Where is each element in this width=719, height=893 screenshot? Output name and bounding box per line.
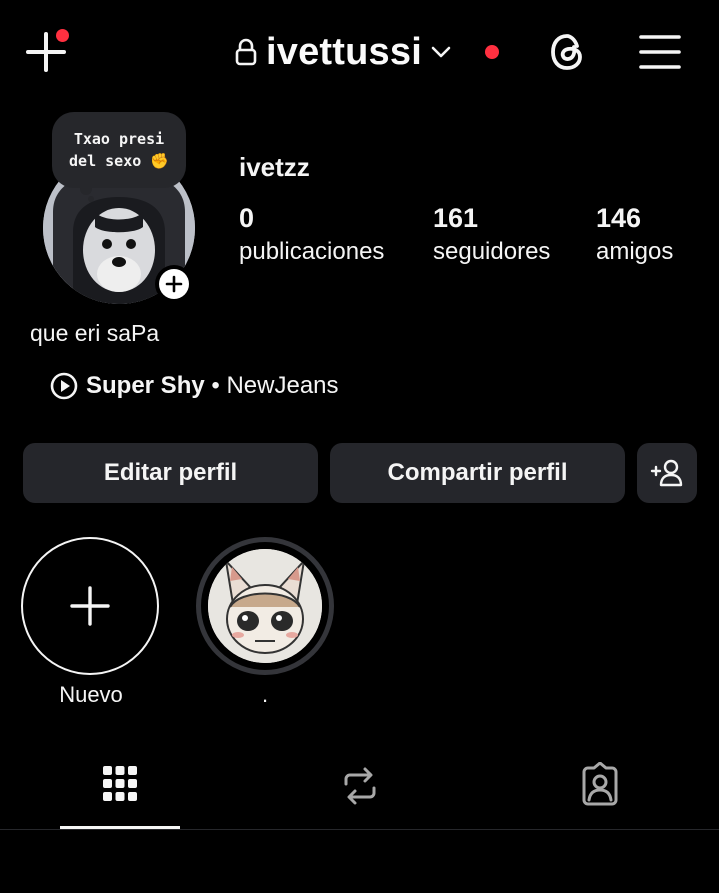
discover-people-button[interactable] — [637, 443, 697, 503]
tab-reposts[interactable] — [336, 762, 384, 810]
grid-icon — [103, 766, 137, 801]
highlight-cover — [208, 549, 322, 663]
profile-music[interactable]: Super Shy • NewJeans — [50, 372, 339, 400]
tagged-icon — [582, 762, 618, 806]
chevron-down-icon — [431, 46, 451, 58]
username-title: ivettussi — [266, 31, 422, 73]
tab-posts-grid[interactable] — [96, 762, 144, 810]
tab-tagged[interactable] — [576, 762, 624, 810]
lock-icon — [235, 38, 257, 66]
reposts-icon — [344, 767, 376, 805]
new-highlight-label: Nuevo — [59, 682, 123, 707]
highlight-label: . — [261, 682, 269, 707]
profile-note-bubble[interactable]: Txao presi del sexo ✊ — [52, 112, 186, 188]
stat-friends[interactable]: 146 amigos — [596, 202, 673, 270]
notification-dot — [485, 45, 499, 59]
account-switcher[interactable]: ivettussi — [234, 30, 452, 74]
stat-friends-label: amigos — [596, 238, 674, 265]
display-name: ivetzz — [239, 152, 310, 182]
drawing-image — [208, 549, 322, 663]
stat-followers[interactable]: 161 seguidores — [433, 202, 550, 270]
threads-icon — [551, 34, 582, 70]
note-text-line2: del sexo ✊ — [69, 152, 169, 170]
music-separator: • — [204, 372, 227, 399]
menu-button[interactable] — [638, 32, 682, 72]
share-profile-button[interactable]: Compartir perfil — [330, 443, 625, 503]
stat-followers-count: 161 — [433, 203, 479, 233]
plus-icon — [165, 275, 183, 293]
stat-posts-label: publicaciones — [239, 238, 385, 265]
music-song: Super Shy — [86, 372, 205, 399]
new-highlight-button[interactable] — [21, 537, 159, 675]
stat-posts-count: 0 — [239, 203, 255, 233]
plus-icon — [70, 586, 110, 626]
edit-profile-button[interactable]: Editar perfil — [23, 443, 318, 503]
story-highlight[interactable] — [196, 537, 334, 675]
play-circle-icon — [50, 372, 78, 400]
note-text-line1: Txao presi — [73, 130, 165, 148]
add-person-icon — [650, 459, 683, 487]
notification-dot — [56, 29, 69, 42]
hamburger-menu-icon — [639, 35, 681, 69]
tabs-divider — [0, 829, 719, 830]
stat-friends-count: 146 — [596, 203, 642, 233]
bio-text: que eri saPa — [30, 320, 160, 346]
note-bubble-tail — [88, 196, 94, 202]
add-story-button[interactable] — [155, 265, 193, 303]
add-story-badge — [159, 269, 189, 299]
stat-posts[interactable]: 0 publicaciones — [239, 202, 384, 270]
threads-button[interactable] — [546, 30, 590, 74]
music-artist: NewJeans — [226, 372, 339, 399]
stat-followers-label: seguidores — [433, 238, 551, 265]
